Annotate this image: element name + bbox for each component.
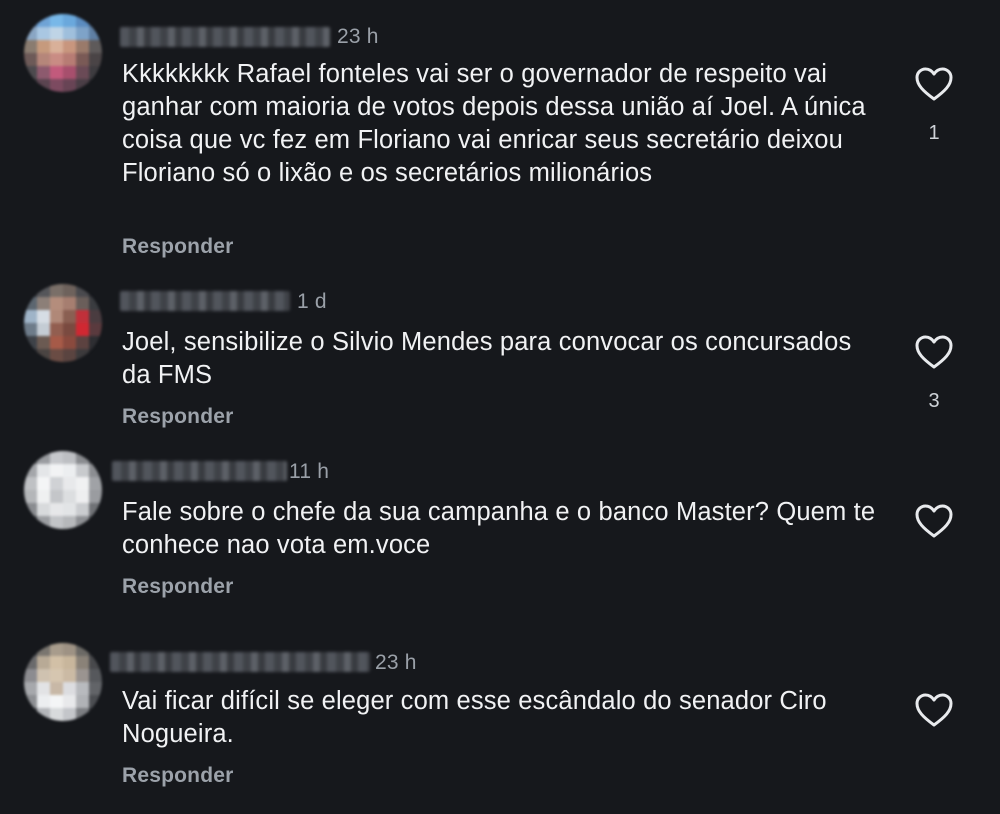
heart-outline-icon: [915, 67, 953, 101]
comment-timestamp: 23 h: [375, 651, 417, 674]
comment-timestamp: 23 h: [337, 25, 379, 48]
reply-button[interactable]: Responder: [122, 235, 234, 259]
username-blurred[interactable]: [120, 291, 290, 311]
like-count: 3: [928, 390, 940, 412]
username-blurred[interactable]: [110, 652, 370, 672]
username-blurred[interactable]: [112, 461, 287, 481]
reply-button[interactable]: Responder: [122, 764, 234, 788]
avatar[interactable]: [24, 451, 102, 529]
like-count: 1: [928, 122, 940, 144]
comment-text: Vai ficar difícil se eleger com esse esc…: [122, 687, 827, 748]
like-button[interactable]: [914, 503, 954, 539]
avatar[interactable]: [24, 643, 102, 721]
reply-button[interactable]: Responder: [122, 405, 234, 429]
like-button[interactable]: [914, 334, 954, 370]
like-button[interactable]: [914, 66, 954, 102]
heart-outline-icon: [915, 693, 953, 727]
heart-outline-icon: [915, 335, 953, 369]
comment-text: Kkkkkkkk Rafael fonteles vai ser o gover…: [122, 60, 866, 187]
avatar[interactable]: [24, 284, 102, 362]
comment-timestamp: 1 d: [297, 290, 327, 313]
comment-text: Fale sobre o chefe da sua campanha e o b…: [122, 498, 876, 559]
avatar[interactable]: [24, 14, 102, 92]
like-button[interactable]: [914, 692, 954, 728]
comment-text: Joel, sensibilize o Silvio Mendes para c…: [122, 328, 852, 389]
comment-timestamp: 11 h: [289, 460, 330, 483]
reply-button[interactable]: Responder: [122, 575, 234, 599]
username-blurred[interactable]: [120, 27, 330, 47]
heart-outline-icon: [915, 504, 953, 538]
